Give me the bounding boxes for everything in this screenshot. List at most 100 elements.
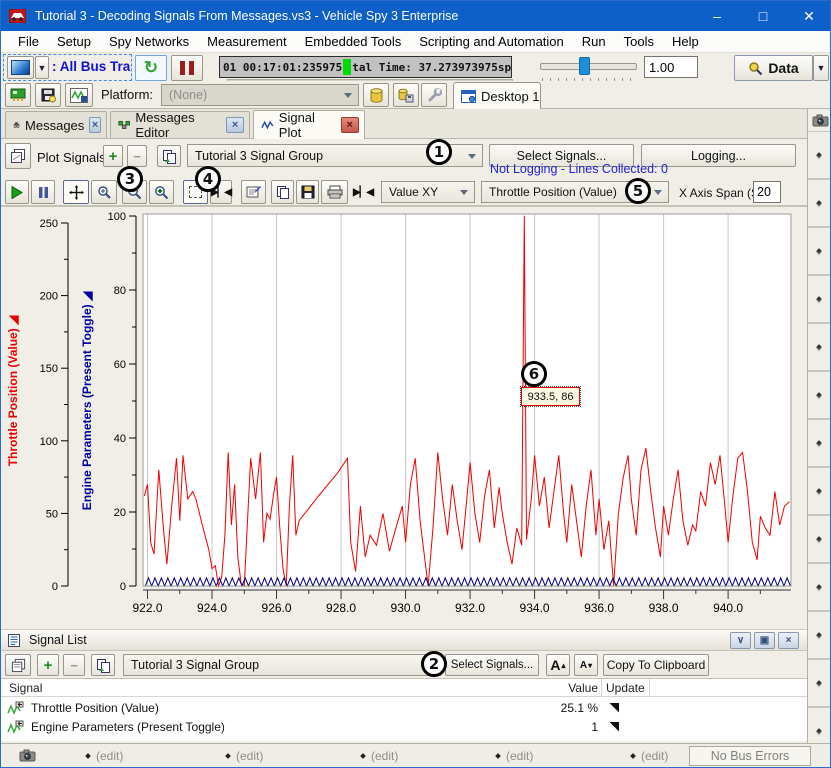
- logging-status-text: Not Logging - Lines Collected: 0: [469, 162, 689, 176]
- print-plot-button[interactable]: [321, 180, 348, 204]
- plot-mode-combo[interactable]: Value XY: [381, 181, 475, 203]
- dock-strip-cell[interactable]: [808, 371, 831, 419]
- copy-plot-button[interactable]: [271, 180, 294, 204]
- menu-item-help[interactable]: Help: [663, 32, 708, 51]
- plot-pause-button[interactable]: [31, 180, 55, 204]
- dock-strip-cell[interactable]: [808, 275, 831, 323]
- signal-list-select-signals-button[interactable]: Select Signals...: [445, 654, 539, 676]
- save-setup-button[interactable]: [35, 83, 61, 107]
- pan-mode-button[interactable]: [63, 180, 89, 204]
- font-decrease-label: A: [580, 660, 587, 671]
- font-increase-button[interactable]: A▴: [546, 654, 570, 676]
- edit-slot[interactable]: (edit): [361, 749, 398, 763]
- dock-strip-cell[interactable]: [808, 467, 831, 515]
- speed-value-input[interactable]: [644, 56, 698, 78]
- dock-strip-cell[interactable]: [808, 707, 831, 743]
- dock-strip-cell[interactable]: [808, 515, 831, 563]
- throttle-tick-label: 150: [40, 363, 58, 375]
- dock-strip-cell[interactable]: [808, 179, 831, 227]
- signal-row[interactable]: Throttle Position (Value)25.1 %: [1, 698, 807, 717]
- edit-slot[interactable]: (edit): [86, 749, 123, 763]
- tab-messages-editor-close-icon[interactable]: ×: [226, 117, 244, 133]
- signal-name: Engine Parameters (Present Toggle): [31, 720, 225, 734]
- tab-signal-plot[interactable]: Signal Plot ×: [253, 110, 365, 139]
- copy-signal-group-button[interactable]: [91, 654, 115, 676]
- dock-strip-cell[interactable]: [808, 227, 831, 275]
- hardware-setup-button[interactable]: [5, 83, 31, 107]
- menu-item-scripting-and-automation[interactable]: Scripting and Automation: [410, 32, 573, 51]
- tab-messages-close-icon[interactable]: ×: [89, 117, 101, 133]
- dock-dot-icon: [816, 152, 822, 158]
- platform-combo[interactable]: (None): [161, 84, 359, 106]
- x-tick-label: 934.0: [520, 601, 550, 615]
- menu-item-spy-networks[interactable]: Spy Networks: [100, 32, 198, 51]
- zoom-in-button[interactable]: [149, 180, 174, 204]
- data-dropdown-icon[interactable]: ▼: [813, 55, 829, 81]
- speed-slider-thumb[interactable]: [579, 57, 590, 75]
- refresh-button[interactable]: ↻: [135, 55, 167, 81]
- bus-mode-dropdown-icon[interactable]: ▼: [35, 56, 49, 79]
- data-button[interactable]: Data: [734, 55, 813, 81]
- dock-strip-cell[interactable]: [808, 131, 831, 179]
- minimize-button[interactable]: –: [694, 1, 740, 31]
- menu-item-file[interactable]: File: [9, 32, 48, 51]
- tab-signal-plot-close-icon[interactable]: ×: [341, 117, 359, 133]
- edit-slot-label: (edit): [506, 749, 533, 763]
- menu-item-run[interactable]: Run: [573, 32, 615, 51]
- save-plot-button[interactable]: [296, 180, 319, 204]
- database-save-button[interactable]: [393, 83, 419, 107]
- copy-to-clipboard-button[interactable]: Copy To Clipboard: [603, 654, 709, 676]
- tab-messages-editor-label: Messages Editor: [135, 110, 221, 140]
- arrow-up-icon: ▴: [562, 661, 566, 670]
- tab-messages-editor[interactable]: Messages Editor ×: [110, 111, 250, 138]
- tools-button[interactable]: [421, 83, 447, 107]
- remove-signal-list-button[interactable]: −: [63, 654, 85, 676]
- signal-list-group-combo[interactable]: Tutorial 3 Signal Group: [123, 654, 441, 676]
- font-decrease-button[interactable]: A▾: [574, 654, 598, 676]
- menu-item-measurement[interactable]: Measurement: [198, 32, 295, 51]
- close-button[interactable]: ✕: [786, 1, 831, 31]
- zoom-window-button[interactable]: [91, 180, 117, 204]
- copy-group-button[interactable]: [157, 145, 181, 167]
- dock-strip-cell[interactable]: [808, 611, 831, 659]
- plot-play-button[interactable]: [5, 180, 29, 204]
- pause-button[interactable]: [171, 55, 203, 81]
- panel-restore-button[interactable]: ▣: [754, 632, 775, 649]
- desktop-tab[interactable]: Desktop 1: [453, 82, 541, 109]
- plot-mode-combo-value: Value XY: [389, 185, 438, 199]
- signal-row[interactable]: Engine Parameters (Present Toggle)1: [1, 717, 807, 736]
- database-button[interactable]: [363, 83, 389, 107]
- chevron-down-icon: [344, 93, 352, 98]
- panel-collapse-button[interactable]: ∨: [730, 632, 751, 649]
- x-axis-span-input[interactable]: [753, 181, 781, 203]
- signal-plot-chart[interactable]: 050100150200250020406080100Throttle Posi…: [1, 207, 807, 625]
- edit-slot[interactable]: (edit): [496, 749, 533, 763]
- platform-label: Platform:: [101, 87, 153, 102]
- vehicle-spy-logo-button[interactable]: [65, 83, 93, 107]
- menu-item-embedded-tools[interactable]: Embedded Tools: [296, 32, 411, 51]
- dock-strip-cell[interactable]: [808, 563, 831, 611]
- edit-slot[interactable]: (edit): [226, 749, 263, 763]
- dock-strip-cell[interactable]: [808, 323, 831, 371]
- plot-properties-button[interactable]: [241, 180, 266, 204]
- title-bar: Tutorial 3 - Decoding Signals From Messa…: [1, 1, 831, 31]
- collapse-panel-icon[interactable]: ▶▏◀: [353, 187, 373, 198]
- add-signal-list-button[interactable]: +: [37, 654, 59, 676]
- maximize-button[interactable]: □: [740, 1, 786, 31]
- add-plot-button[interactable]: +: [103, 145, 123, 167]
- plot-windows-button[interactable]: [5, 143, 31, 169]
- edit-slot[interactable]: (edit): [631, 749, 668, 763]
- tab-messages[interactable]: Messages ×: [5, 111, 107, 138]
- panel-close-button[interactable]: ×: [778, 632, 799, 649]
- menu-item-tools[interactable]: Tools: [615, 32, 663, 51]
- dock-strip-cell[interactable]: [808, 659, 831, 707]
- save-icon: [301, 185, 315, 199]
- bus-mode-button[interactable]: [7, 56, 34, 79]
- signal-windows-button[interactable]: [5, 654, 31, 676]
- camera-icon[interactable]: [19, 749, 36, 762]
- dock-strip-cell[interactable]: [808, 419, 831, 467]
- remove-plot-button[interactable]: −: [127, 145, 147, 167]
- spy-icon: [13, 119, 20, 132]
- elapsed-time: 01 00:17:01:235975: [223, 61, 342, 74]
- menu-item-setup[interactable]: Setup: [48, 32, 100, 51]
